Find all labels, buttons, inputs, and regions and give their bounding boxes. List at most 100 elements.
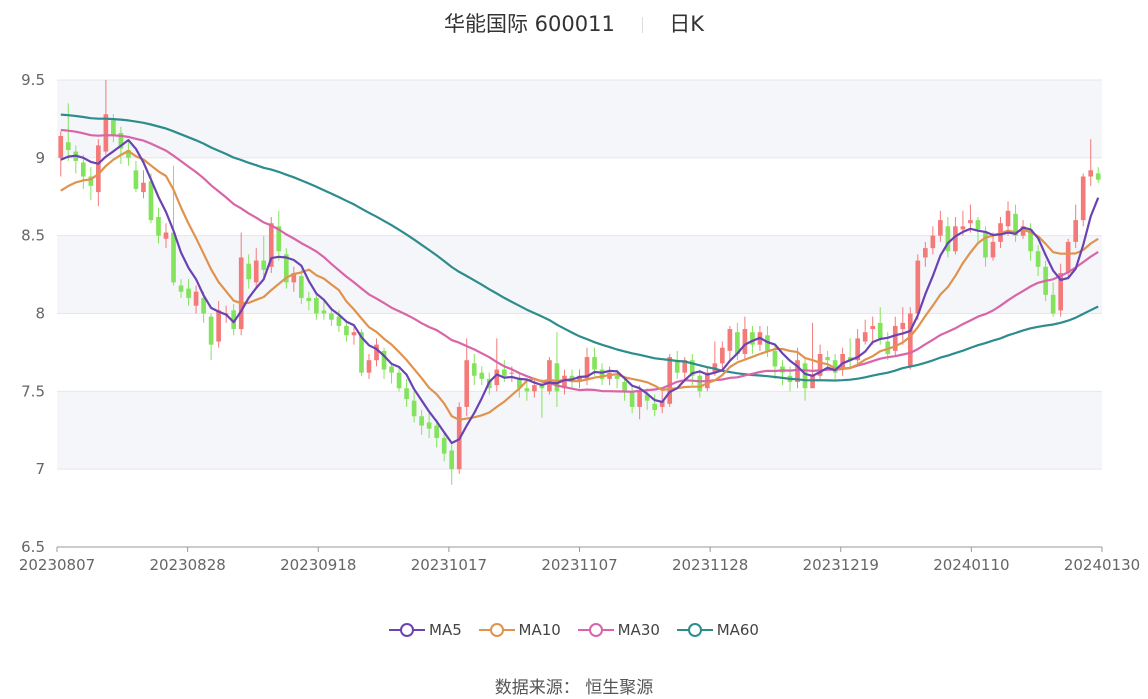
y-tick-label: 8.5 [21,227,45,245]
candle-body [148,181,154,221]
candle-body [1050,294,1056,314]
legend-ma5[interactable]: MA5 [389,621,462,639]
legend-ma60[interactable]: MA60 [676,621,759,639]
candle-body [464,360,470,407]
candle-body [374,344,379,361]
candle-body [592,357,597,370]
candle-body [193,291,199,306]
candle-body [1095,173,1101,180]
candle-body [652,403,658,411]
x-tick-label: 20240110 [933,556,1009,574]
x-tick-label: 20230807 [19,556,95,574]
candle-body [720,347,725,364]
candle-body [96,145,101,193]
candle-body [314,297,319,314]
candle-body [772,350,778,367]
candle-body [178,285,184,292]
candle-body [622,381,627,392]
candle-body [449,450,455,470]
candle-body [802,363,808,389]
candle-body [667,357,673,404]
candle-body [968,220,973,224]
candle-body [1065,241,1071,274]
legend-ma10[interactable]: MA10 [478,621,561,639]
candle-body [351,332,357,336]
candle-body [479,372,485,379]
candle-body [80,162,86,177]
candle-body [637,391,642,407]
candle-body [65,142,71,151]
candle-body [411,400,417,417]
candle-body [532,385,537,392]
x-tick-label: 20231017 [411,556,487,574]
candle-body [201,297,206,314]
candle-body [990,241,996,258]
candle-body [156,216,161,236]
candle-body [471,363,477,376]
candle-body [825,357,830,361]
candle-body [524,388,530,392]
candle-body [186,288,191,298]
y-tick-label: 7 [35,460,45,478]
candle-body [58,136,64,158]
candle-body [336,316,342,326]
candle-body [1073,220,1079,242]
data-source: 数据来源： 恒生聚源 [494,678,654,698]
candle-body [1080,176,1086,221]
candle-body [133,170,139,189]
candle-body [426,422,432,429]
x-tick-label: 20231219 [803,556,879,574]
candle-body [614,375,620,379]
plot-band [57,80,1102,158]
candle-body [509,372,515,374]
candle-body [1005,210,1011,227]
candle-body [329,313,334,320]
candle-body [246,263,252,280]
candle-body [419,416,424,426]
candle-body [915,260,921,314]
candle-body [141,182,146,193]
candle-body [321,310,327,314]
candle-body [306,297,312,302]
candle-body [742,329,748,354]
candle-body [208,316,214,345]
candle-body [441,438,447,454]
y-tick-label: 8 [35,305,45,323]
candle-body [697,375,703,392]
candle-body [907,313,913,367]
candle-body [975,220,981,230]
x-tick-label: 20240130 [1064,556,1140,574]
candlestick-chart: 6.5 7 7.5 8 8.5 9 9.5 20230807 20230828 20230918 2… [19,71,1140,574]
candle-body [396,372,402,389]
x-tick-label: 20231128 [672,556,748,574]
candle-body [547,360,552,392]
legend-ma30[interactable]: MA30 [577,621,660,639]
x-tick-label: 20230918 [280,556,356,574]
candle-body [163,232,169,239]
candle-body [434,425,439,439]
candle-body [900,322,906,330]
candle-body [1088,170,1094,177]
candle-body [344,325,349,336]
legend: MA5 MA10 MA30 MA60 [0,621,1148,639]
plot-band [57,391,1102,470]
y-tick-label: 7.5 [21,382,45,400]
candle-body [938,220,943,236]
candle-body [299,276,304,298]
legend-label: MA60 [716,621,759,639]
candle-body [389,366,394,373]
candle-body [727,329,733,351]
candle-body [960,226,966,230]
x-tick-label: 20231107 [541,556,617,574]
candle-body [877,322,883,339]
legend-label: MA10 [518,621,561,639]
candle-body [261,260,267,270]
candle-body [554,363,560,392]
candle-body [1035,251,1041,267]
candle-body [810,375,815,389]
x-tick-label: 20230828 [149,556,225,574]
legend-label: MA30 [617,621,660,639]
candle-body [930,235,936,249]
candle-body [629,391,635,407]
y-tick-label: 6.5 [21,538,45,556]
